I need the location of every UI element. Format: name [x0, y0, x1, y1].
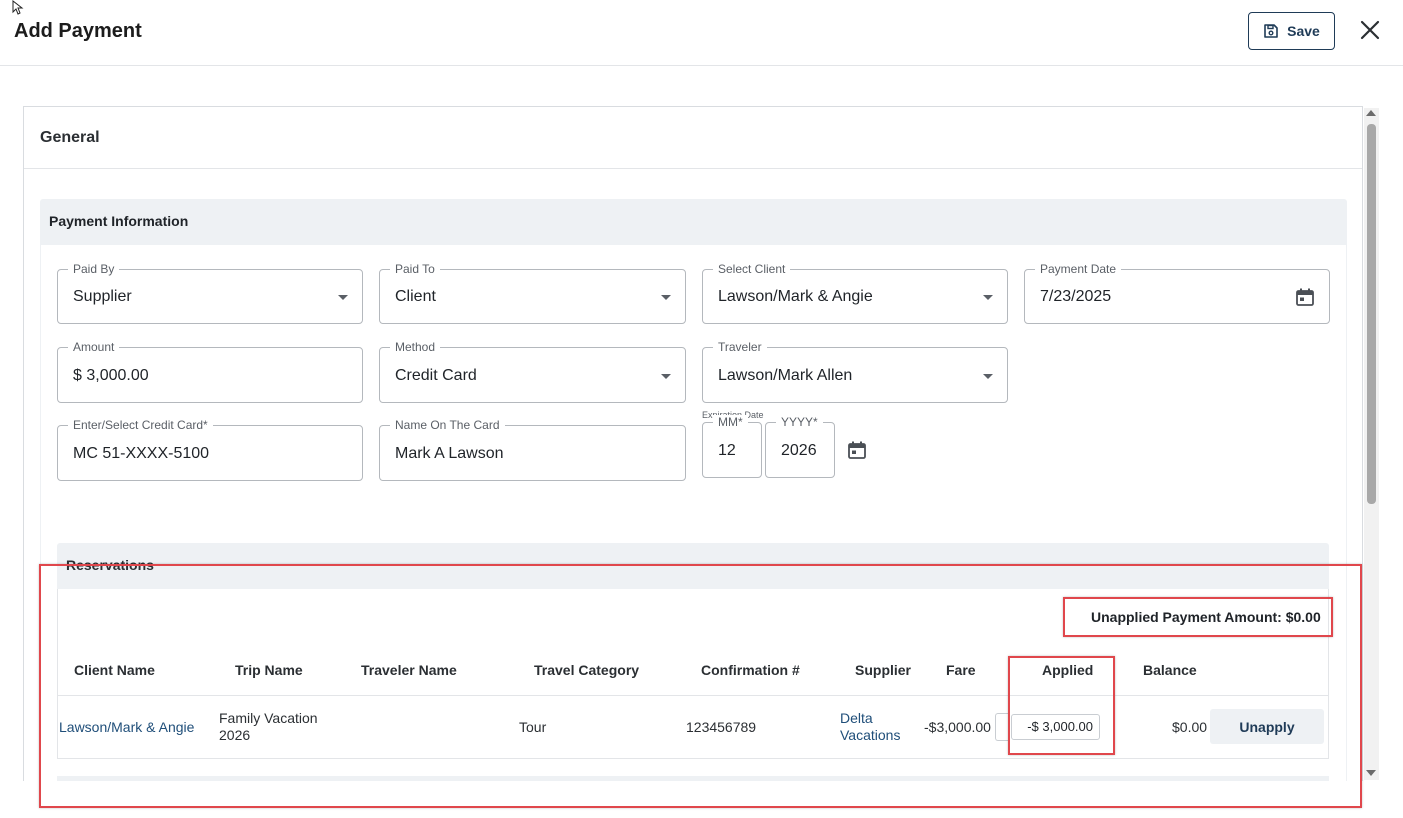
paid-by-label: Paid By: [68, 262, 120, 276]
credit-card-select[interactable]: Enter/Select Credit Card* MC 51-XXXX-510…: [57, 418, 363, 481]
payment-info-title: Payment Information: [49, 213, 189, 229]
general-divider: [24, 168, 1362, 169]
scroll-up-arrow-icon[interactable]: [1366, 110, 1376, 116]
annotation-applied-box: [1008, 656, 1115, 755]
name-on-card-input[interactable]: Name On The Card Mark A Lawson: [379, 418, 686, 481]
mouse-cursor-icon: [12, 0, 24, 15]
credit-card-label: Enter/Select Credit Card*: [68, 418, 213, 432]
scroll-down-arrow-icon[interactable]: [1366, 770, 1376, 776]
payment-date-value: 7/23/2025: [1040, 288, 1112, 305]
payment-date-field[interactable]: Payment Date 7/23/2025: [1024, 262, 1330, 324]
annotation-unapplied-box: [1063, 597, 1333, 637]
name-on-card-value: Mark A Lawson: [395, 445, 504, 462]
save-icon: [1264, 24, 1278, 38]
exp-year-input[interactable]: YYYY* 2026: [765, 415, 835, 478]
exp-year-label: YYYY*: [776, 415, 823, 429]
page-title: Add Payment: [14, 20, 142, 42]
credit-card-value: MC 51-XXXX-5100: [73, 445, 210, 462]
traveler-select[interactable]: Traveler Lawson/Mark Allen: [702, 340, 1008, 403]
chevron-down-icon: [661, 295, 671, 300]
method-label: Method: [390, 340, 441, 354]
save-button[interactable]: Save: [1248, 12, 1335, 50]
paid-to-value: Client: [395, 288, 436, 305]
exp-month-input[interactable]: MM* 12: [702, 415, 762, 478]
payment-info-header: [40, 199, 1347, 245]
chevron-down-icon: [661, 374, 671, 379]
exp-year-value: 2026: [781, 442, 817, 459]
payment-date-label: Payment Date: [1035, 262, 1122, 276]
scrollbar-thumb[interactable]: [1367, 124, 1376, 504]
calendar-icon[interactable]: [1295, 287, 1315, 307]
select-client-label: Select Client: [713, 262, 791, 276]
exp-month-value: 12: [718, 442, 736, 459]
method-value: Credit Card: [395, 367, 477, 384]
paid-to-select[interactable]: Paid To Client: [379, 262, 686, 324]
paid-by-select[interactable]: Paid By Supplier: [57, 262, 363, 324]
close-icon[interactable]: [1358, 18, 1382, 42]
chevron-down-icon: [338, 295, 348, 300]
name-on-card-label: Name On The Card: [390, 418, 505, 432]
amount-value: $ 3,000.00: [73, 367, 149, 384]
calendar-icon[interactable]: [847, 440, 867, 460]
chevron-down-icon: [983, 374, 993, 379]
general-title: General: [40, 129, 100, 146]
amount-label: Amount: [68, 340, 120, 354]
chevron-down-icon: [983, 295, 993, 300]
select-client-select[interactable]: Select Client Lawson/Mark & Angie: [702, 262, 1008, 324]
traveler-value: Lawson/Mark Allen: [718, 367, 853, 384]
paid-by-value: Supplier: [73, 288, 132, 305]
method-select[interactable]: Method Credit Card: [379, 340, 686, 403]
amount-input[interactable]: Amount $ 3,000.00: [57, 340, 363, 403]
save-button-label: Save: [1287, 23, 1320, 39]
header-divider: [0, 65, 1403, 66]
traveler-label: Traveler: [713, 340, 767, 354]
paid-to-label: Paid To: [390, 262, 440, 276]
exp-month-label: MM*: [713, 415, 748, 429]
select-client-value: Lawson/Mark & Angie: [718, 288, 873, 305]
